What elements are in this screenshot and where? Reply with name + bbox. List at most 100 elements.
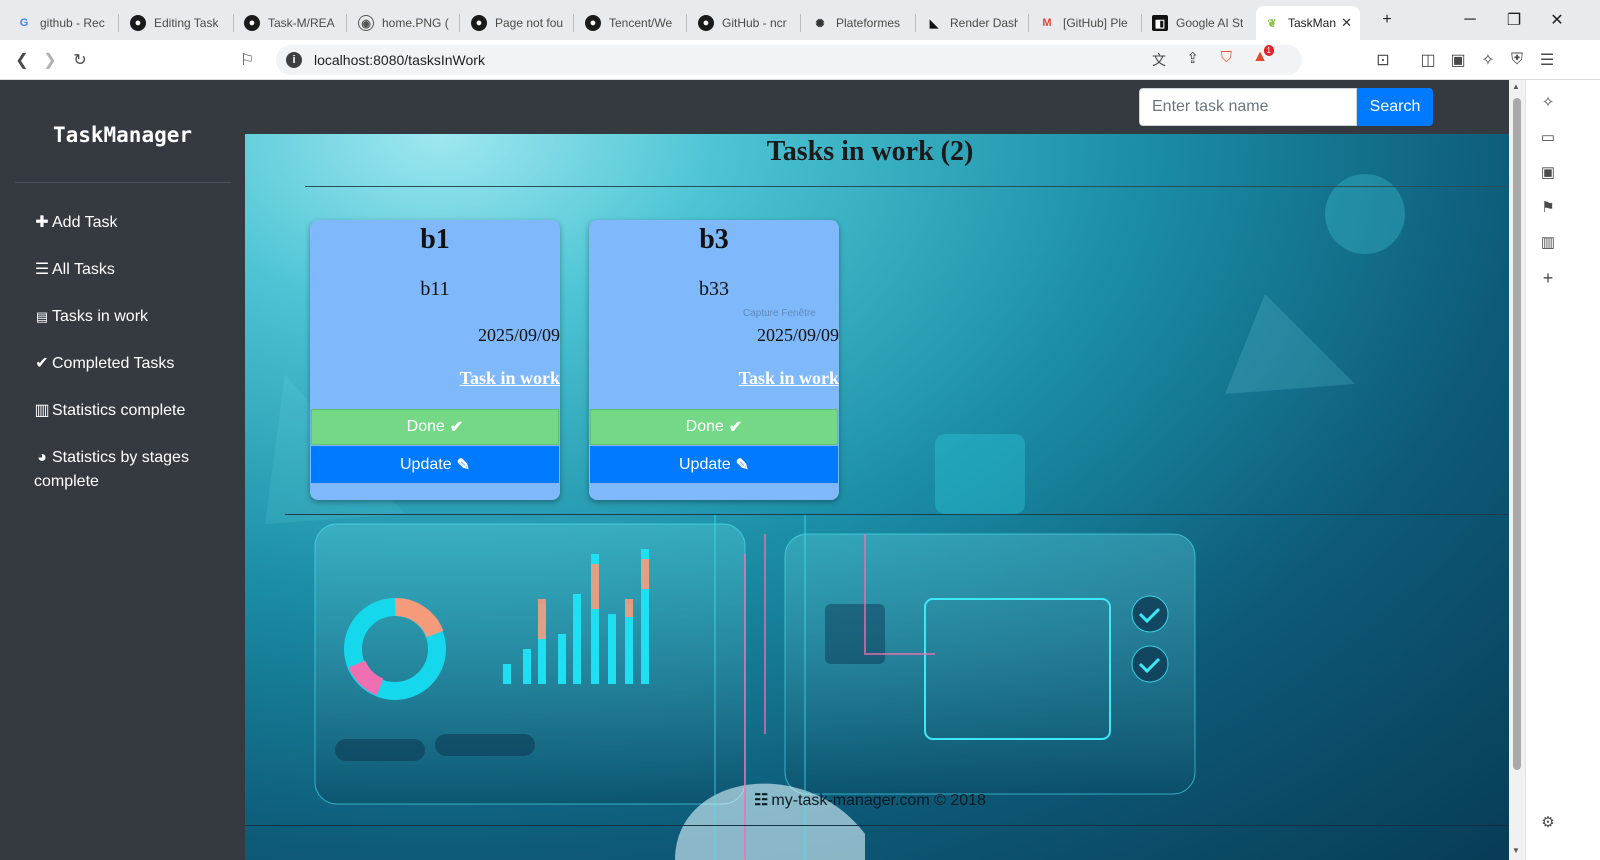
brand-logo[interactable]: TaskManager	[0, 123, 245, 147]
restore-button[interactable]: ❐	[1500, 8, 1528, 32]
done-label: Done	[406, 418, 445, 435]
task-date: 2025/09/09	[756, 325, 839, 345]
wallet-icon[interactable]: ▣	[1446, 48, 1470, 72]
media-icon[interactable]: ▭	[1538, 127, 1558, 147]
page-title: Tasks in work (2)	[766, 136, 974, 167]
tab-github-ncr[interactable]: ● GitHub - ncr	[690, 6, 798, 40]
address-bar[interactable]: i localhost:8080/tasksInWork 文 ⇪ ⛉ ▲ 1	[276, 45, 1302, 75]
search-button[interactable]: Search	[1357, 88, 1433, 126]
scrollbar-thumb[interactable]	[1513, 98, 1521, 770]
task-title: b1	[420, 224, 450, 255]
nav-label: Add Task	[52, 214, 118, 231]
sidebar-toggle-icon[interactable]: ◫	[1416, 48, 1440, 72]
minimize-button[interactable]: ─	[1456, 8, 1484, 32]
tab-tencent[interactable]: ● Tencent/We	[577, 6, 685, 40]
tab-plateformes[interactable]: ✺ Plateformes	[804, 6, 914, 40]
tab-label: Google AI St	[1176, 16, 1244, 30]
browser-toolbar: ❮ ❯ ↻ ⚐ i localhost:8080/tasksInWork 文 ⇪…	[0, 40, 1600, 80]
footer-divider	[245, 825, 1540, 826]
reading-list-icon[interactable]: ▥	[1538, 232, 1558, 252]
task-date: 2025/09/09	[477, 325, 560, 345]
sidebar: TaskManager ✚ Add Task ☰ All Tasks ▤ Tasks …	[0, 80, 245, 860]
done-button[interactable]: Done ✔	[590, 409, 838, 445]
forward-button[interactable]: ❯	[38, 48, 62, 72]
gmail-icon: M	[1042, 17, 1052, 29]
nav-label: All Tasks	[52, 261, 115, 278]
github-icon: ●	[698, 15, 714, 31]
page-scrollbar[interactable]: ▲ ▼	[1509, 80, 1525, 860]
browser-side-panel: ✧ ▭ ▣ ⚑ ▥ + ⚙	[1525, 80, 1600, 860]
footer: ☷ my-task-manager.com © 2018	[245, 790, 1495, 810]
nav-completed-tasks[interactable]: ✔ Completed Tasks	[34, 352, 224, 376]
tab-render-dashboard[interactable]: ◣ Render Dash	[918, 6, 1026, 40]
nav-all-tasks[interactable]: ☰ All Tasks	[34, 258, 224, 282]
nav-statistics-complete[interactable]: ▥ Statistics complete	[34, 399, 224, 423]
nav-statistics-by-stages[interactable]: ◕ Statistics by stages complete	[34, 446, 224, 494]
tab-github-search[interactable]: G github - Rec	[8, 6, 116, 40]
task-card: b3 b33 2025/09/09 Task in work Done ✔ Upd…	[589, 220, 839, 500]
github-icon: ●	[244, 15, 260, 31]
tab-home-png[interactable]: ◉ home.PNG (	[350, 6, 458, 40]
tab-label: [GitHub] Ple	[1063, 16, 1128, 30]
reader-mode-icon[interactable]: ⊡	[1371, 48, 1395, 72]
close-window-button[interactable]: ✕	[1543, 8, 1571, 32]
site-info-icon[interactable]: i	[286, 52, 302, 68]
update-label: Update	[679, 455, 731, 473]
url-text[interactable]: localhost:8080/tasksInWork	[314, 52, 485, 68]
bookmark-icon[interactable]: ⚐	[235, 48, 259, 72]
task-status-link[interactable]: Task in work	[460, 368, 560, 389]
plus-icon: +	[1382, 11, 1392, 28]
scroll-up-arrow[interactable]: ▲	[1512, 82, 1520, 91]
scroll-down-arrow[interactable]: ▼	[1512, 846, 1520, 855]
tab-label: TaskMan	[1288, 16, 1337, 30]
update-button[interactable]: Update ✎	[590, 446, 838, 483]
task-status-link[interactable]: Task in work	[739, 368, 839, 389]
nav-label: Statistics complete	[52, 402, 186, 419]
update-button[interactable]: Update ✎	[311, 446, 559, 483]
leo-ai-icon[interactable]: ✧	[1538, 92, 1558, 112]
bar-chart-icon: ▥	[34, 402, 50, 419]
share-icon[interactable]: ⇪	[1186, 49, 1199, 67]
tab-label: github - Rec	[40, 16, 105, 30]
nav-tasks-in-work[interactable]: ▤ Tasks in work	[34, 305, 224, 329]
check-icon: ✔	[728, 419, 743, 436]
settings-gear-icon[interactable]: ⚙	[1538, 812, 1558, 832]
footer-text: my-task-manager.com © 2018	[771, 792, 986, 809]
main-content: Tasks in work (2) b1 b11 2025/09/09 Task…	[245, 134, 1540, 860]
tab-google-ai-studio[interactable]: ◧ Google AI St	[1144, 6, 1252, 40]
done-button[interactable]: Done ✔	[311, 409, 559, 445]
section-divider	[285, 514, 1515, 515]
vpn-icon[interactable]: ⛨	[1505, 48, 1529, 72]
nav-add-task[interactable]: ✚ Add Task	[34, 211, 224, 235]
tab-label: Editing Task	[154, 16, 219, 30]
tab-gmail-github[interactable]: M [GitHub] Ple	[1031, 6, 1139, 40]
clipboard-icon: ▤	[35, 309, 49, 324]
bookmarks-icon[interactable]: ⚑	[1538, 197, 1558, 217]
back-button[interactable]: ❮	[10, 48, 34, 72]
tab-label: home.PNG (	[382, 16, 449, 30]
nav-label: Tasks in work	[52, 308, 149, 325]
new-tab-button[interactable]: +	[1373, 8, 1401, 32]
close-tab-icon[interactable]: ✕	[1341, 15, 1352, 31]
translate-icon[interactable]: 文	[1152, 50, 1166, 70]
tab-page-not-found[interactable]: ● Page not fou	[463, 6, 571, 40]
brave-shields-icon[interactable]: ⛉	[1221, 49, 1232, 66]
list-icon: ☰	[34, 261, 50, 278]
sidebar-divider	[15, 182, 231, 183]
search-input[interactable]	[1139, 88, 1357, 126]
reload-button[interactable]: ↻	[68, 48, 92, 72]
tab-task-readme[interactable]: ● Task-M/REA	[236, 6, 344, 40]
github-icon: ●	[471, 15, 487, 31]
tab-editing-task[interactable]: ● Editing Task	[122, 6, 232, 40]
leo-ai-icon[interactable]: ✧	[1476, 48, 1500, 72]
github-icon: ●	[130, 15, 146, 31]
tab-taskmanager-active[interactable]: ❦ TaskMan ✕	[1256, 6, 1360, 40]
tasks-list-icon: ☷	[754, 792, 769, 809]
clipboard-check-icon: ✔	[35, 355, 49, 372]
add-panel-icon[interactable]: +	[1538, 268, 1558, 288]
menu-icon[interactable]: ☰	[1535, 48, 1559, 72]
edit-icon: ✎	[735, 456, 749, 474]
wallet-icon[interactable]: ▣	[1538, 162, 1558, 182]
task-description: b11	[420, 278, 450, 300]
search-form: Search	[1139, 88, 1433, 126]
